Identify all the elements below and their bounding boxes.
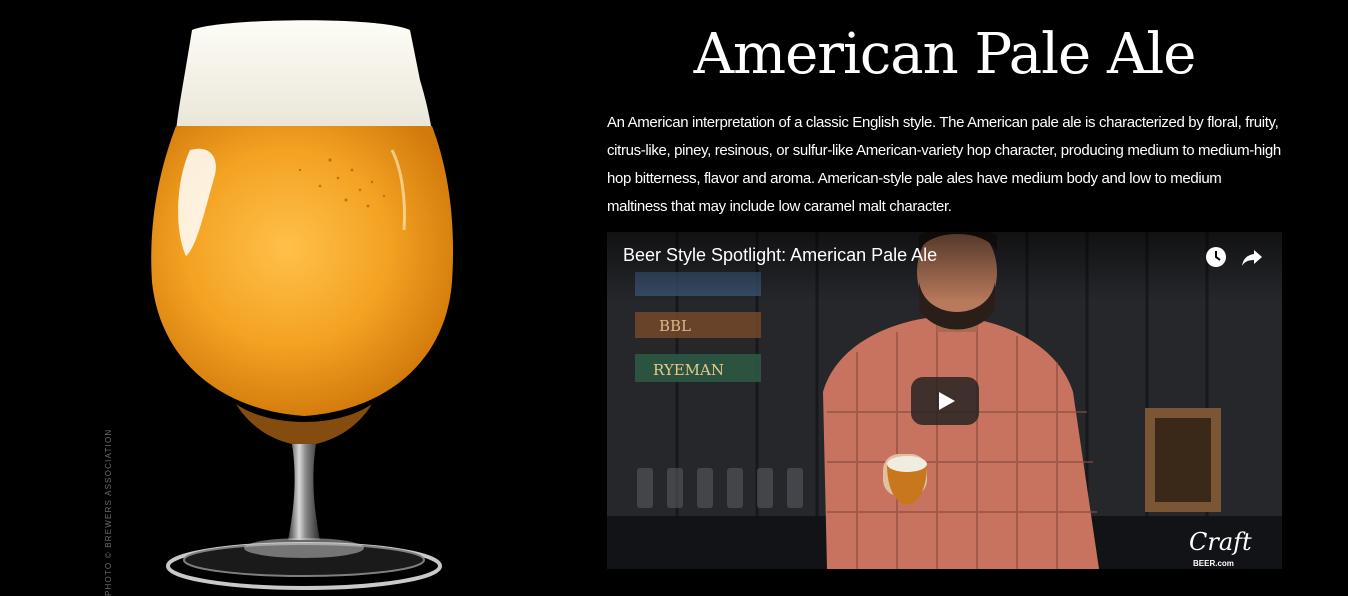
svg-text:Craft: Craft <box>1189 528 1252 556</box>
tap-sign-ryeman: RYEMAN <box>653 361 724 379</box>
watch-later-icon[interactable] <box>1203 244 1229 270</box>
foam-head <box>176 20 432 132</box>
svg-text:BEER.com: BEER.com <box>1193 559 1234 568</box>
video-title[interactable]: Beer Style Spotlight: American Pale Ale <box>623 244 937 266</box>
tap-sign-bbl: BBL <box>659 317 691 335</box>
video-embed[interactable]: BBL RYEMAN Beer Style Spotlight: America… <box>607 232 1282 569</box>
share-icon[interactable] <box>1239 244 1265 270</box>
beer-glass-photo: PHOTO © BREWERS ASSOCIATION <box>0 0 600 596</box>
craftbeer-logo[interactable]: Craft BEER.com <box>1183 522 1273 568</box>
play-button[interactable] <box>911 377 979 425</box>
beer-glass-illustration <box>151 20 454 590</box>
photo-credit: PHOTO © BREWERS ASSOCIATION <box>104 428 113 596</box>
page-title: American Pale Ale <box>693 22 1197 87</box>
glass-stem <box>288 444 320 540</box>
style-description: An American interpretation of a classic … <box>607 114 1281 215</box>
play-icon <box>939 392 955 410</box>
